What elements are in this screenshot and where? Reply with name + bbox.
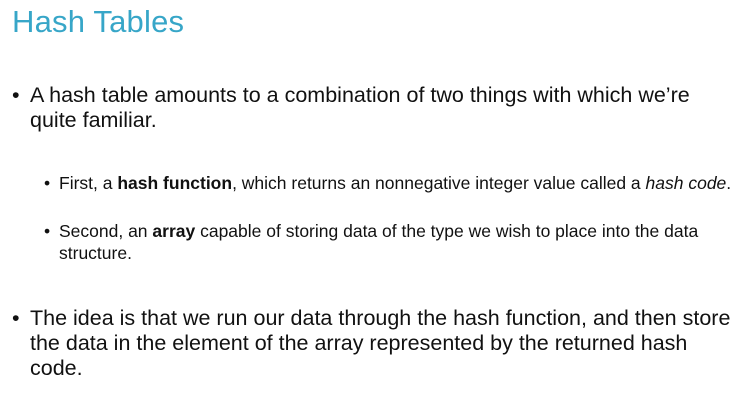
slide-title: Hash Tables [12,4,185,39]
bullet-icon: • [12,83,20,107]
sub-bullet-hash-function: • First, a hash function, which returns … [44,172,734,194]
bold-term: hash function [117,173,233,193]
text-segment: . [726,173,732,193]
sub-bullet-text: First, a hash function, which returns an… [44,172,734,194]
bullet-icon: • [44,221,51,241]
sub-bullet-text: Second, an array capable of storing data… [44,220,734,264]
text-segment: First, a [59,173,118,193]
bullet-icon: • [44,173,51,193]
bullet-item-hash-table-definition: • A hash table amounts to a combination … [12,83,732,133]
bullet-text: A hash table amounts to a combination of… [30,83,690,132]
text-segment: , which returns an nonnegative integer v… [232,173,646,193]
bullet-item-hash-table-idea: • The idea is that we run our data throu… [12,306,732,381]
sub-bullet-array: • Second, an array capable of storing da… [44,220,734,264]
slide: Hash Tables • A hash table amounts to a … [0,0,756,419]
bold-term: array [152,221,196,241]
bullet-text: The idea is that we run our data through… [30,306,731,380]
bullet-icon: • [12,306,20,330]
text-segment: Second, an [59,221,153,241]
italic-term: hash code [645,173,727,193]
